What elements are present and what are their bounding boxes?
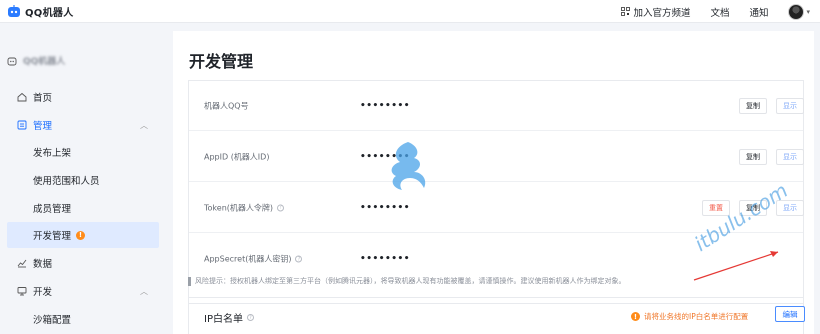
risk-tip-text: 风险提示：授权机器人绑定至第三方平台（例如腾讯元器），将导致机器人现有功能被覆盖… — [195, 277, 626, 285]
sidebar-item-data[interactable]: 数据 — [0, 250, 160, 276]
sidebar-subitem-dev-manage[interactable]: 开发管理 ! — [7, 222, 159, 248]
chevron-up-icon: ︿ — [140, 286, 148, 296]
help-icon[interactable]: ? — [246, 314, 254, 321]
row-label: AppID (机器人ID) — [204, 152, 270, 161]
copy-button[interactable]: 复制 — [739, 148, 767, 165]
row-value: •••••••• — [360, 254, 411, 264]
sidebar-item-label: 首页 — [33, 93, 53, 104]
ip-title-label: IP白名单 — [204, 314, 243, 325]
ip-warning: ! 请将业务线的IP白名单进行配置 — [631, 311, 748, 322]
bot-name: QQ机器人 — [23, 57, 66, 67]
sidebar-item-label: 开发 — [33, 287, 53, 298]
monitor-icon — [17, 287, 27, 296]
bot-info: QQ机器人 — [7, 54, 65, 67]
sidebar-subitem-label: 使用范围和人员 — [33, 176, 100, 187]
credential-row-qq: 机器人QQ号 •••••••• 复制 显示 — [189, 81, 804, 131]
sidebar-subitem-label: 开发管理 — [33, 231, 72, 242]
tip-bar — [188, 276, 191, 286]
show-button[interactable]: 显示 — [776, 97, 804, 114]
sidebar-item-develop[interactable]: 开发 ︿ — [0, 278, 160, 304]
row-value: •••••••• — [360, 100, 411, 111]
help-icon[interactable]: ? — [295, 255, 303, 263]
sidebar-subitem-label: 发布上架 — [33, 148, 72, 159]
manage-icon — [17, 120, 27, 130]
sidebar: QQ机器人 首页 管理 ︿ 发布上架 使用范围和人员 成员管理 开发管理 ! 数… — [0, 24, 166, 334]
chart-icon — [17, 259, 27, 268]
row-label: 机器人QQ号 — [204, 101, 249, 110]
row-label-wrap: Token(机器人令牌) ? — [204, 202, 285, 213]
top-nav: 加入官方频道 文档 通知 ▾ — [621, 0, 820, 23]
warning-icon: ! — [631, 312, 640, 321]
watermark-logo-icon — [391, 142, 426, 190]
sidebar-subitem-scope[interactable]: 使用范围和人员 — [7, 167, 159, 193]
docs-link[interactable]: 文档 — [710, 5, 729, 19]
notify-link[interactable]: 通知 — [749, 5, 768, 19]
sidebar-subitem-label: 成员管理 — [33, 204, 72, 215]
sidebar-item-manage[interactable]: 管理 ︿ — [0, 112, 160, 138]
row-label-wrap: AppSecret(机器人密钥) ? — [204, 254, 303, 265]
credential-row-appid: AppID (机器人ID) •••••••• 复制 显示 — [189, 132, 804, 182]
avatar[interactable] — [788, 3, 805, 20]
row-label: Token(机器人令牌) — [204, 203, 274, 212]
sidebar-subitem-sandbox[interactable]: 沙箱配置 — [7, 306, 159, 332]
page-title: 开发管理 — [189, 52, 254, 71]
join-channel-link[interactable]: 加入官方频道 — [621, 5, 690, 19]
ip-whitelist-title: IP白名单 ? — [204, 310, 254, 325]
ip-warning-text: 请将业务线的IP白名单进行配置 — [644, 312, 749, 321]
edit-button[interactable]: 编辑 — [775, 306, 805, 322]
annotation-arrow-icon — [693, 251, 779, 281]
sidebar-subitem-members[interactable]: 成员管理 — [7, 195, 159, 221]
sidebar-subitem-publish[interactable]: 发布上架 — [7, 139, 159, 165]
sidebar-subitem-label: 沙箱配置 — [33, 315, 72, 326]
home-icon — [17, 92, 27, 102]
top-bar: QQ机器人 加入官方频道 文档 通知 ▾ — [0, 0, 820, 23]
sidebar-item-label: 数据 — [33, 259, 53, 270]
logo[interactable]: QQ机器人 — [7, 4, 74, 19]
logo-text: QQ机器人 — [25, 7, 74, 19]
warning-badge-icon: ! — [76, 230, 86, 240]
row-label: AppSecret(机器人密钥) — [204, 254, 292, 264]
sidebar-item-home[interactable]: 首页 — [0, 84, 160, 110]
risk-tip: 风险提示：授权机器人绑定至第三方平台（例如腾讯元器），将导致机器人现有功能被覆盖… — [188, 276, 626, 286]
show-button[interactable]: 显示 — [776, 148, 804, 165]
join-channel-label: 加入官方频道 — [633, 7, 691, 19]
ip-whitelist-card: IP白名单 ? ! 请将业务线的IP白名单进行配置 编辑 — [188, 297, 805, 334]
row-value: •••••••• — [360, 202, 411, 213]
chevron-down-icon[interactable]: ▾ — [806, 8, 810, 16]
qq-bot-logo-icon — [8, 5, 20, 17]
copy-button[interactable]: 复制 — [739, 97, 767, 114]
help-icon[interactable]: ? — [277, 204, 285, 211]
bot-avatar-icon — [7, 57, 17, 65]
qr-code-icon — [621, 7, 631, 16]
sidebar-item-label: 管理 — [33, 121, 53, 132]
chevron-up-icon: ︿ — [140, 120, 148, 130]
